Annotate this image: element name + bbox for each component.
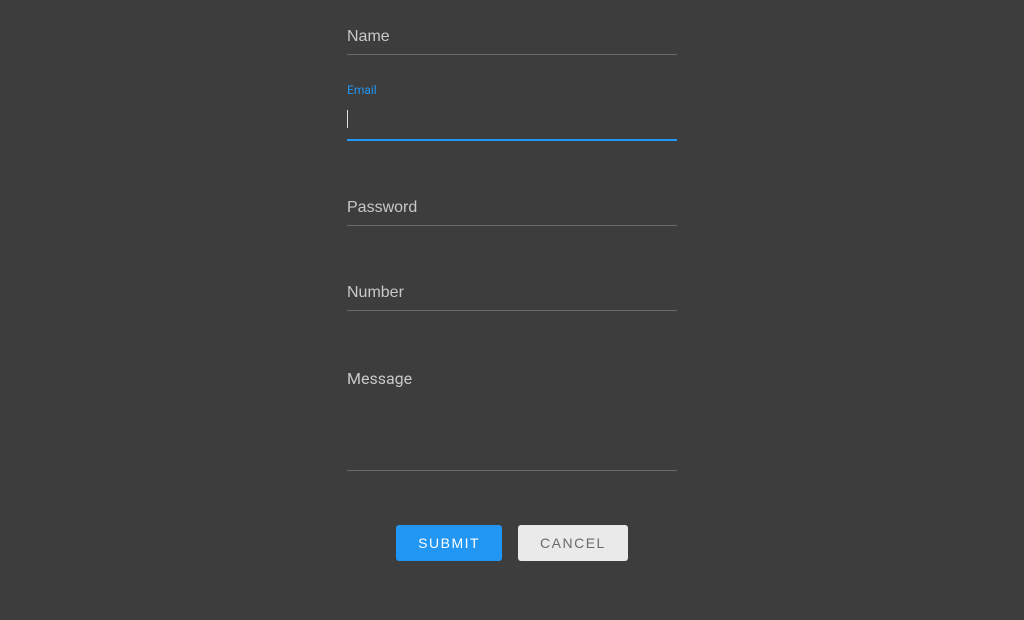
password-input[interactable] xyxy=(347,191,677,226)
number-input[interactable] xyxy=(347,276,677,311)
form-container: Email Submit Cancel xyxy=(347,20,677,561)
button-row: Submit Cancel xyxy=(347,525,677,561)
cancel-button[interactable]: Cancel xyxy=(518,525,628,561)
message-field-wrapper xyxy=(347,361,677,475)
email-field-wrapper: Email xyxy=(347,105,677,141)
text-cursor xyxy=(347,110,348,128)
name-input[interactable] xyxy=(347,20,677,55)
submit-button[interactable]: Submit xyxy=(396,525,502,561)
email-input[interactable] xyxy=(347,105,677,141)
email-label: Email xyxy=(347,83,377,97)
name-field-wrapper xyxy=(347,20,677,55)
number-field-wrapper xyxy=(347,276,677,311)
message-textarea[interactable] xyxy=(347,361,677,471)
password-field-wrapper xyxy=(347,191,677,226)
